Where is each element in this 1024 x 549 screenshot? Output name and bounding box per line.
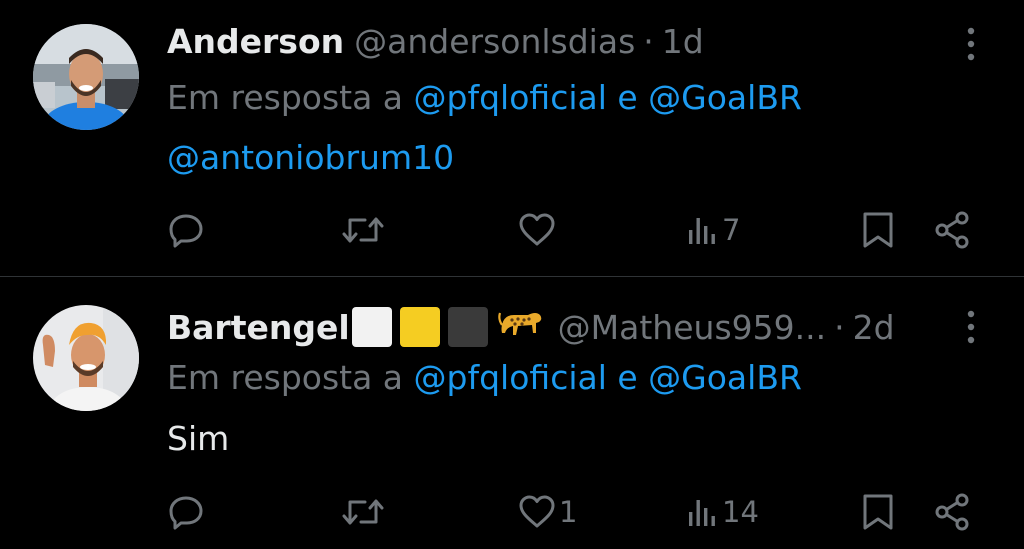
reply-icon bbox=[166, 210, 206, 250]
views-button[interactable]: 14 bbox=[686, 490, 759, 534]
reply-context: Em resposta a @pfqloficial e @GoalBR bbox=[167, 76, 802, 120]
display-name[interactable]: Anderson bbox=[167, 22, 344, 61]
like-count: 1 bbox=[559, 495, 578, 529]
avatar[interactable] bbox=[33, 24, 139, 130]
like-button[interactable] bbox=[517, 208, 559, 252]
separator: · bbox=[834, 307, 845, 347]
like-icon bbox=[517, 492, 557, 532]
more-icon[interactable] bbox=[961, 309, 981, 345]
tweet-text[interactable]: @antoniobrum10 bbox=[167, 136, 454, 180]
user-handle[interactable]: @Matheus959... bbox=[558, 308, 826, 347]
bookmark-icon bbox=[860, 210, 896, 250]
retweet-icon bbox=[341, 492, 385, 532]
more-icon[interactable] bbox=[961, 26, 981, 62]
tweet[interactable]: Anderson @andersonlsdias · 1d Em respost… bbox=[0, 0, 1024, 276]
reply-button[interactable] bbox=[166, 490, 208, 534]
share-button[interactable] bbox=[933, 490, 973, 534]
reply-context: Em resposta a @pfqloficial e @GoalBR bbox=[167, 356, 802, 400]
share-icon bbox=[933, 210, 973, 250]
display-name[interactable]: Bartengel bbox=[167, 308, 350, 347]
share-button[interactable] bbox=[933, 208, 973, 252]
tweet-header: Bartengel @Matheus959... · 2d bbox=[167, 305, 895, 349]
reply-mentions[interactable]: @pfqloficial e @GoalBR bbox=[414, 78, 802, 117]
retweet-icon bbox=[341, 210, 385, 250]
views-icon bbox=[686, 492, 720, 532]
views-icon bbox=[686, 210, 720, 250]
tweet-text: Sim bbox=[167, 419, 230, 458]
retweet-button[interactable] bbox=[341, 490, 387, 534]
yellow-square-icon bbox=[399, 307, 440, 347]
like-icon bbox=[517, 210, 557, 250]
timestamp[interactable]: 1d bbox=[662, 22, 704, 61]
reply-prefix: Em resposta a bbox=[167, 78, 404, 117]
bookmark-button[interactable] bbox=[860, 490, 896, 534]
bookmark-icon bbox=[860, 492, 896, 532]
leopard-icon bbox=[497, 305, 544, 349]
reply-button[interactable] bbox=[166, 208, 208, 252]
reply-icon bbox=[166, 492, 206, 532]
views-count: 14 bbox=[722, 495, 759, 529]
views-button[interactable]: 7 bbox=[686, 208, 740, 252]
bookmark-button[interactable] bbox=[860, 208, 896, 252]
name-badges bbox=[351, 305, 558, 349]
retweet-button[interactable] bbox=[341, 208, 387, 252]
tweet-header: Anderson @andersonlsdias · 1d bbox=[167, 19, 704, 63]
reply-prefix: Em resposta a bbox=[167, 358, 404, 397]
white-square-icon bbox=[351, 307, 392, 347]
tweet[interactable]: Bartengel @Matheus959... · 2d Em respost… bbox=[0, 277, 1024, 549]
reply-mentions[interactable]: @pfqloficial e @GoalBR bbox=[414, 358, 802, 397]
like-button[interactable]: 1 bbox=[517, 490, 577, 534]
black-square-icon bbox=[447, 307, 488, 347]
separator: · bbox=[643, 21, 654, 61]
timestamp[interactable]: 2d bbox=[853, 308, 895, 347]
tweet-actions: 1 14 bbox=[0, 490, 1024, 534]
tweet-actions: 7 bbox=[0, 208, 1024, 252]
share-icon bbox=[933, 492, 973, 532]
avatar[interactable] bbox=[33, 305, 139, 411]
user-handle[interactable]: @andersonlsdias bbox=[354, 22, 635, 61]
views-count: 7 bbox=[722, 213, 741, 247]
